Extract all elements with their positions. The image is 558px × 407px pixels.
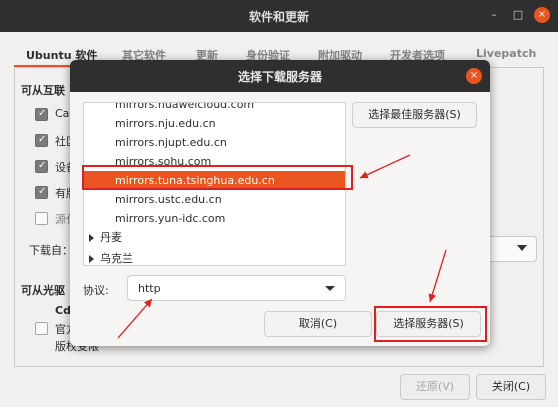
- protocol-select[interactable]: http: [127, 275, 346, 301]
- annotation-box-selected-server: [82, 165, 353, 190]
- expand-arrow-icon[interactable]: [89, 234, 94, 242]
- select-best-server-button[interactable]: 选择最佳服务器(S): [352, 102, 477, 128]
- protocol-value: http: [138, 282, 161, 295]
- cancel-button[interactable]: 取消(C): [264, 311, 372, 337]
- country-group-row[interactable]: 乌克兰: [84, 249, 345, 265]
- server-list-item[interactable]: mirrors.njupt.edu.cn: [84, 133, 345, 152]
- annotation-box-choose-button: [374, 306, 487, 342]
- dialog-titlebar: 选择下载服务器 ×: [70, 60, 490, 92]
- chevron-down-icon: [325, 286, 335, 291]
- server-list-item[interactable]: mirrors.nju.edu.cn: [84, 114, 345, 133]
- expand-arrow-icon[interactable]: [89, 255, 94, 263]
- window-title: 软件和更新: [248, 10, 309, 24]
- main-titlebar: 软件和更新 – □ ×: [0, 0, 558, 32]
- maximize-icon[interactable]: □: [510, 7, 526, 23]
- close-icon[interactable]: ×: [534, 7, 550, 23]
- dialog-close-icon[interactable]: ×: [466, 68, 482, 84]
- protocol-label: 协议:: [83, 284, 109, 297]
- choose-server-dialog: 选择下载服务器 × mirrors.huaweicloud.com mirror…: [70, 60, 490, 346]
- country-group-row[interactable]: 丹麦: [84, 228, 345, 247]
- server-list-item[interactable]: mirrors.ustc.edu.cn: [84, 190, 345, 209]
- minimize-icon[interactable]: –: [486, 7, 502, 23]
- server-list-item[interactable]: mirrors.yun-idc.com: [84, 209, 345, 228]
- server-list-item[interactable]: mirrors.huaweicloud.com: [84, 103, 345, 114]
- dialog-title: 选择下载服务器: [237, 70, 322, 84]
